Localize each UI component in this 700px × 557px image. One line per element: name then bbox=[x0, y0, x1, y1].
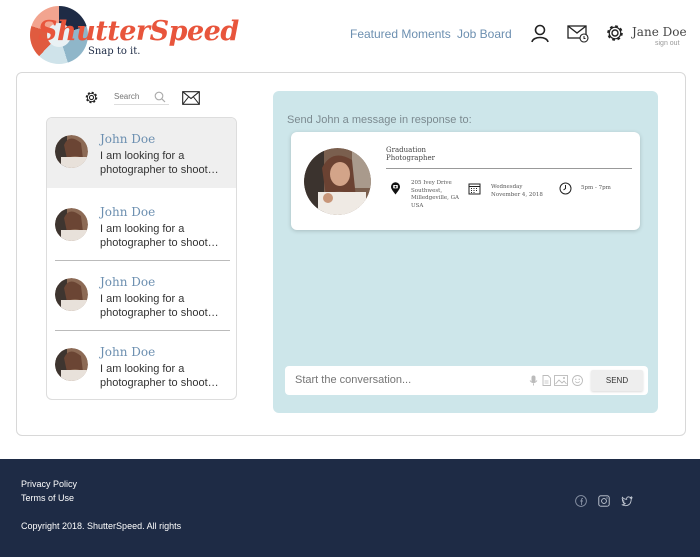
microphone-icon[interactable] bbox=[528, 375, 539, 386]
divider bbox=[386, 168, 632, 169]
avatar bbox=[55, 208, 88, 241]
facebook-icon[interactable] bbox=[575, 495, 587, 507]
search-icon[interactable] bbox=[154, 91, 166, 103]
instagram-icon[interactable] bbox=[598, 495, 610, 507]
message-panel: Send John a message in response to: Grad… bbox=[273, 91, 658, 413]
nav-job-board[interactable]: Job Board bbox=[457, 27, 512, 41]
conversation-list: John Doe I am looking for a photographer… bbox=[46, 117, 237, 400]
conversation-name: John Doe bbox=[100, 205, 156, 219]
send-button[interactable]: SEND bbox=[591, 370, 643, 391]
clock-icon bbox=[559, 182, 572, 195]
user-icon[interactable] bbox=[529, 22, 551, 44]
conversation-item[interactable]: John Doe I am looking for a photographer… bbox=[47, 261, 236, 331]
message-input[interactable] bbox=[295, 372, 525, 388]
copyright-text: Copyright 2018. ShutterSpeed. All rights bbox=[21, 521, 182, 531]
calendar-icon bbox=[468, 183, 481, 195]
emoji-icon[interactable] bbox=[572, 375, 583, 386]
logo[interactable]: ShutterSpeed Snap to it. bbox=[30, 6, 239, 64]
site-header: ShutterSpeed Snap to it. Featured Moment… bbox=[0, 0, 700, 68]
twitter-icon[interactable] bbox=[621, 495, 633, 507]
site-footer: Privacy Policy Terms of Use Copyright 20… bbox=[0, 459, 700, 557]
avatar bbox=[55, 348, 88, 381]
conversation-name: John Doe bbox=[100, 132, 156, 146]
nav-featured-moments[interactable]: Featured Moments bbox=[350, 27, 451, 41]
image-icon[interactable] bbox=[554, 375, 568, 386]
settings-gear-icon[interactable] bbox=[84, 90, 99, 105]
job-date: Wednesday November 4, 2018 bbox=[491, 184, 543, 198]
avatar bbox=[55, 135, 88, 168]
sign-out-link[interactable]: sign out bbox=[655, 40, 680, 47]
compose-mail-icon[interactable] bbox=[182, 91, 200, 105]
conversation-snippet: I am looking for a photographer to shoot… bbox=[100, 293, 219, 319]
logo-text: ShutterSpeed bbox=[38, 16, 239, 47]
job-photo bbox=[304, 148, 371, 215]
conversation-toolbar bbox=[84, 89, 214, 108]
conversation-snippet: I am looking for a photographer to shoot… bbox=[100, 363, 219, 389]
user-name: Jane Doe bbox=[632, 25, 687, 39]
conversation-name: John Doe bbox=[100, 275, 156, 289]
respond-title: Send John a message in response to: bbox=[287, 114, 472, 126]
conversation-snippet: I am looking for a photographer to shoot… bbox=[100, 223, 219, 249]
gear-icon[interactable] bbox=[604, 22, 626, 44]
attach-file-icon[interactable] bbox=[541, 375, 552, 386]
mail-icon[interactable] bbox=[567, 22, 589, 44]
job-card[interactable]: Graduation Photographer 205 Ivey Drive S… bbox=[291, 132, 640, 230]
terms-of-use-link[interactable]: Terms of Use bbox=[21, 493, 74, 503]
conversation-item[interactable]: John Doe I am looking for a photographer… bbox=[47, 118, 236, 188]
conversation-name: John Doe bbox=[100, 345, 156, 359]
avatar bbox=[55, 278, 88, 311]
job-address: 205 Ivey Drive Southwest, Milledgeville,… bbox=[411, 180, 459, 209]
job-time: 5pm - 7pm bbox=[581, 185, 611, 191]
location-pin-icon bbox=[391, 182, 400, 195]
conversation-item[interactable]: John Doe I am looking for a photographer… bbox=[47, 331, 236, 399]
conversation-item[interactable]: John Doe I am looking for a photographer… bbox=[47, 191, 236, 261]
privacy-policy-link[interactable]: Privacy Policy bbox=[21, 479, 77, 489]
job-title: Graduation Photographer bbox=[386, 146, 435, 162]
conversation-snippet: I am looking for a photographer to shoot… bbox=[100, 150, 219, 176]
logo-tagline: Snap to it. bbox=[88, 46, 141, 57]
message-composer: SEND bbox=[285, 366, 648, 395]
